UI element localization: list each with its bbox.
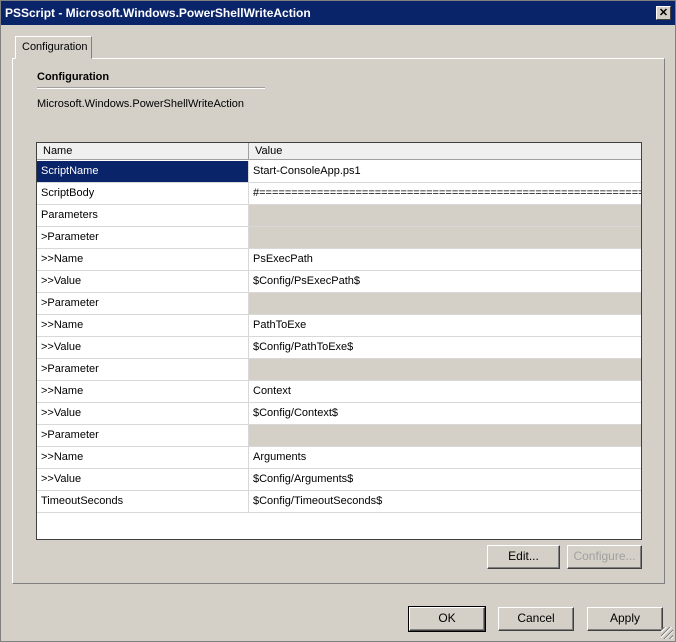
window-title: PSScript - Microsoft.Windows.PowerShellW… [5,6,311,20]
table-row[interactable]: >Parameter [37,293,641,315]
row-value-cell[interactable]: Context [249,381,641,403]
edit-button[interactable]: Edit... [487,545,560,569]
row-name-cell[interactable]: >>Value [37,403,249,425]
close-icon: ✕ [658,7,669,19]
configure-button[interactable]: Configure... [567,545,642,569]
row-name-cell[interactable]: ScriptName [37,161,249,183]
row-value-cell[interactable] [249,359,641,381]
grid-header: Name Value [37,143,641,160]
row-value-cell[interactable] [249,227,641,249]
row-value-cell[interactable]: $Config/Arguments$ [249,469,641,491]
cancel-button[interactable]: Cancel [498,607,574,631]
row-name-cell[interactable]: >>Name [37,447,249,469]
section-divider [37,87,265,89]
table-row[interactable]: >Parameter [37,227,641,249]
row-value-cell[interactable]: $Config/PsExecPath$ [249,271,641,293]
table-row[interactable]: >>Value $Config/PsExecPath$ [37,271,641,293]
row-name-cell[interactable]: >Parameter [37,425,249,447]
configuration-grid[interactable]: Name Value ScriptName Start-ConsoleApp.ps… [36,142,642,540]
table-row[interactable]: >Parameter [37,359,641,381]
row-value-cell[interactable] [249,205,641,227]
row-name-cell[interactable]: >Parameter [37,359,249,381]
table-row[interactable]: >>Value $Config/Context$ [37,403,641,425]
table-row[interactable]: >Parameter [37,425,641,447]
section-title: Configuration [37,71,110,83]
table-row[interactable]: ScriptBody #=============================… [37,183,641,205]
title-bar[interactable]: PSScript - Microsoft.Windows.PowerShellW… [1,1,675,25]
row-name-cell[interactable]: Parameters [37,205,249,227]
row-value-cell[interactable] [249,425,641,447]
row-value-cell[interactable]: PathToExe [249,315,641,337]
dialog-window: PSScript - Microsoft.Windows.PowerShellW… [0,0,676,642]
row-name-cell[interactable]: >>Value [37,337,249,359]
row-value-cell[interactable]: PsExecPath [249,249,641,271]
row-name-cell[interactable]: >Parameter [37,227,249,249]
table-row[interactable]: >>Name Context [37,381,641,403]
table-row[interactable]: >>Name PsExecPath [37,249,641,271]
column-header-name[interactable]: Name [37,143,249,160]
table-row[interactable]: >>Name PathToExe [37,315,641,337]
table-row[interactable]: >>Value $Config/PathToExe$ [37,337,641,359]
tab-configuration[interactable]: Configuration [15,36,92,59]
column-header-value[interactable]: Value [249,143,641,160]
row-value-cell[interactable] [249,293,641,315]
row-value-cell[interactable]: Arguments [249,447,641,469]
row-name-cell[interactable]: >>Value [37,271,249,293]
row-value-cell[interactable]: Start-ConsoleApp.ps1 [249,161,641,183]
row-name-cell[interactable]: >>Value [37,469,249,491]
resize-grip-icon[interactable] [661,627,673,639]
close-button[interactable]: ✕ [656,6,671,20]
apply-button[interactable]: Apply [587,607,663,631]
row-name-cell[interactable]: >>Name [37,249,249,271]
table-row[interactable]: >>Value $Config/Arguments$ [37,469,641,491]
module-name: Microsoft.Windows.PowerShellWriteAction [37,98,245,110]
row-name-cell[interactable]: TimeoutSeconds [37,491,249,513]
row-name-cell[interactable]: >>Name [37,315,249,337]
table-row[interactable]: Parameters [37,205,641,227]
table-row[interactable]: ScriptName Start-ConsoleApp.ps1 [37,161,641,183]
row-name-cell[interactable]: >Parameter [37,293,249,315]
ok-button[interactable]: OK [408,606,486,632]
row-value-cell[interactable]: $Config/Context$ [249,403,641,425]
row-value-cell[interactable]: $Config/PathToExe$ [249,337,641,359]
table-row[interactable]: TimeoutSeconds $Config/TimeoutSeconds$ [37,491,641,513]
row-name-cell[interactable]: ScriptBody [37,183,249,205]
tab-label: Configuration [22,41,88,53]
row-value-cell[interactable]: #=======================================… [249,183,641,205]
row-name-cell[interactable]: >>Name [37,381,249,403]
table-row[interactable]: >>Name Arguments [37,447,641,469]
row-value-cell[interactable]: $Config/TimeoutSeconds$ [249,491,641,513]
